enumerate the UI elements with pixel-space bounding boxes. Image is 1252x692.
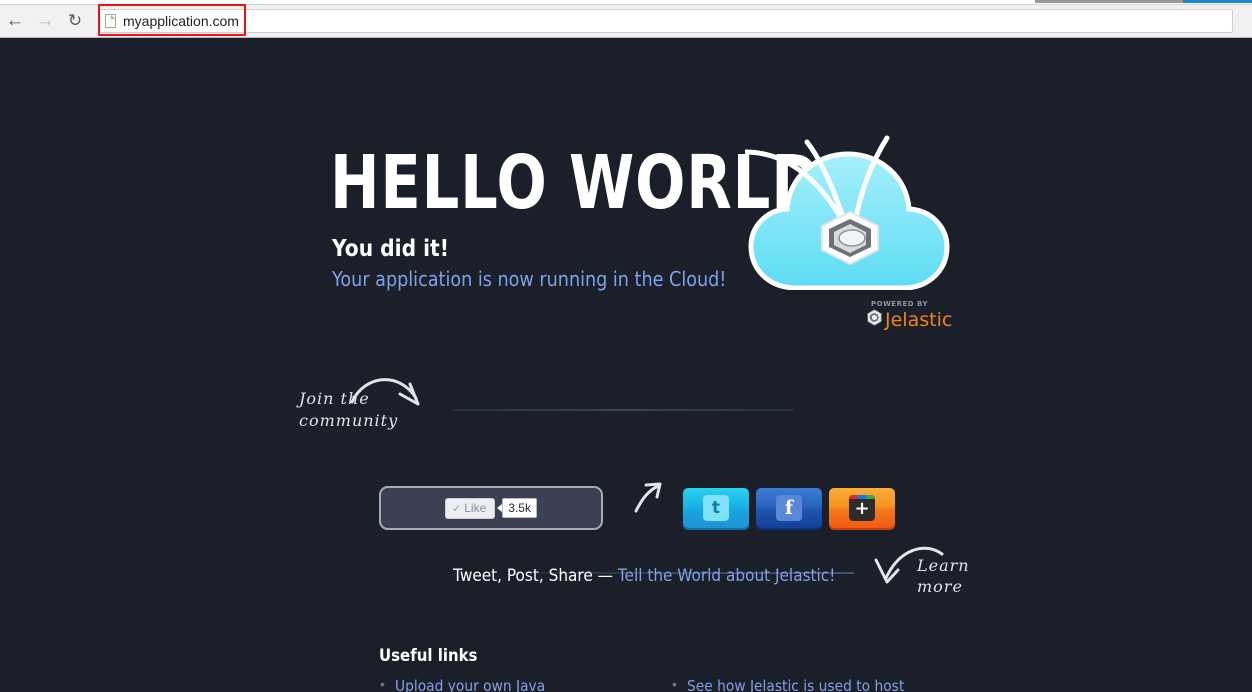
learn-more-line-2: more — [917, 577, 963, 596]
jelastic-cloud-logo — [742, 130, 960, 291]
jelastic-hex-mark-icon — [866, 309, 883, 331]
hero-subtitle-primary: You did it! — [332, 236, 449, 262]
address-bar-url-text: myapplication.com — [123, 13, 239, 29]
facebook-like-count: 3.5k — [502, 498, 537, 518]
page-document-icon — [105, 14, 116, 28]
browser-chrome: ← → ↻ myapplication.com — [0, 0, 1252, 38]
bubble-pointer — [497, 504, 503, 512]
share-tagline: Tweet, Post, Share — Tell the World abou… — [453, 566, 835, 586]
googleplus-share-button[interactable]: + — [829, 488, 895, 528]
facebook-like-widget[interactable]: ✓ Like 3.5k — [379, 486, 603, 530]
twitter-share-button[interactable]: t — [683, 488, 749, 528]
join-community-line-1: Join the — [299, 389, 370, 408]
facebook-like-button[interactable]: ✓ Like — [445, 497, 496, 519]
join-community-annotation: Join the community — [299, 388, 419, 432]
forward-arrow-icon[interactable]: → — [30, 7, 60, 35]
reload-icon[interactable]: ↻ — [60, 7, 90, 35]
facebook-f-icon: f — [776, 495, 802, 521]
google-plus-icon: + — [849, 495, 875, 521]
share-tagline-white: Tweet, Post, Share — — [453, 566, 618, 586]
brand-row: Jelastic — [866, 309, 956, 331]
divider-top — [452, 409, 794, 411]
join-community-line-2: community — [299, 411, 399, 430]
twitter-bird-icon: t — [703, 495, 729, 521]
share-tagline-blue: Tell the World about Jelastic! — [617, 566, 836, 586]
useful-links-right-column: • See how Jelastic is used to host popul… — [672, 676, 937, 692]
bullet-icon: • — [380, 676, 385, 692]
useful-links-left-column: • Upload your own Java application • Use… — [380, 676, 645, 692]
learn-more-annotation: Learn more — [917, 555, 987, 597]
learn-more-line-1: Learn — [917, 556, 970, 575]
omnibox-container: myapplication.com — [98, 4, 1240, 36]
address-bar[interactable]: myapplication.com — [98, 9, 1233, 33]
facebook-like-count-bubble: 3.5k — [497, 498, 537, 518]
tab-strip-segment — [1035, 0, 1183, 3]
facebook-like-label: Like — [464, 501, 487, 515]
google-color-stripe — [849, 495, 875, 499]
plus-symbol: + — [854, 497, 870, 519]
back-arrow-icon[interactable]: ← — [0, 7, 30, 35]
bullet-icon: • — [672, 676, 677, 692]
navigation-bar: ← → ↻ myapplication.com — [0, 4, 1252, 37]
tab-strip-active-segment — [1183, 0, 1252, 3]
powered-by-label: POWERED BY — [871, 300, 929, 308]
page-content: HELLO WORLD You did it! Your application… — [0, 38, 1252, 692]
list-item[interactable]: • Upload your own Java application — [380, 676, 645, 692]
brand-name: Jelastic — [885, 308, 953, 331]
useful-link[interactable]: Upload your own Java application — [395, 676, 625, 692]
brand-lockup: POWERED BY Jelastic — [866, 300, 956, 331]
useful-links-heading: Useful links — [379, 646, 478, 666]
check-icon: ✓ — [452, 502, 462, 515]
list-item[interactable]: • See how Jelastic is used to host popul… — [672, 676, 937, 692]
useful-link[interactable]: See how Jelastic is used to host popular… — [687, 676, 917, 692]
facebook-share-button[interactable]: f — [756, 488, 822, 528]
hero-subtitle-secondary: Your application is now running in the C… — [332, 267, 727, 291]
arrow-up-right-icon — [632, 481, 668, 513]
